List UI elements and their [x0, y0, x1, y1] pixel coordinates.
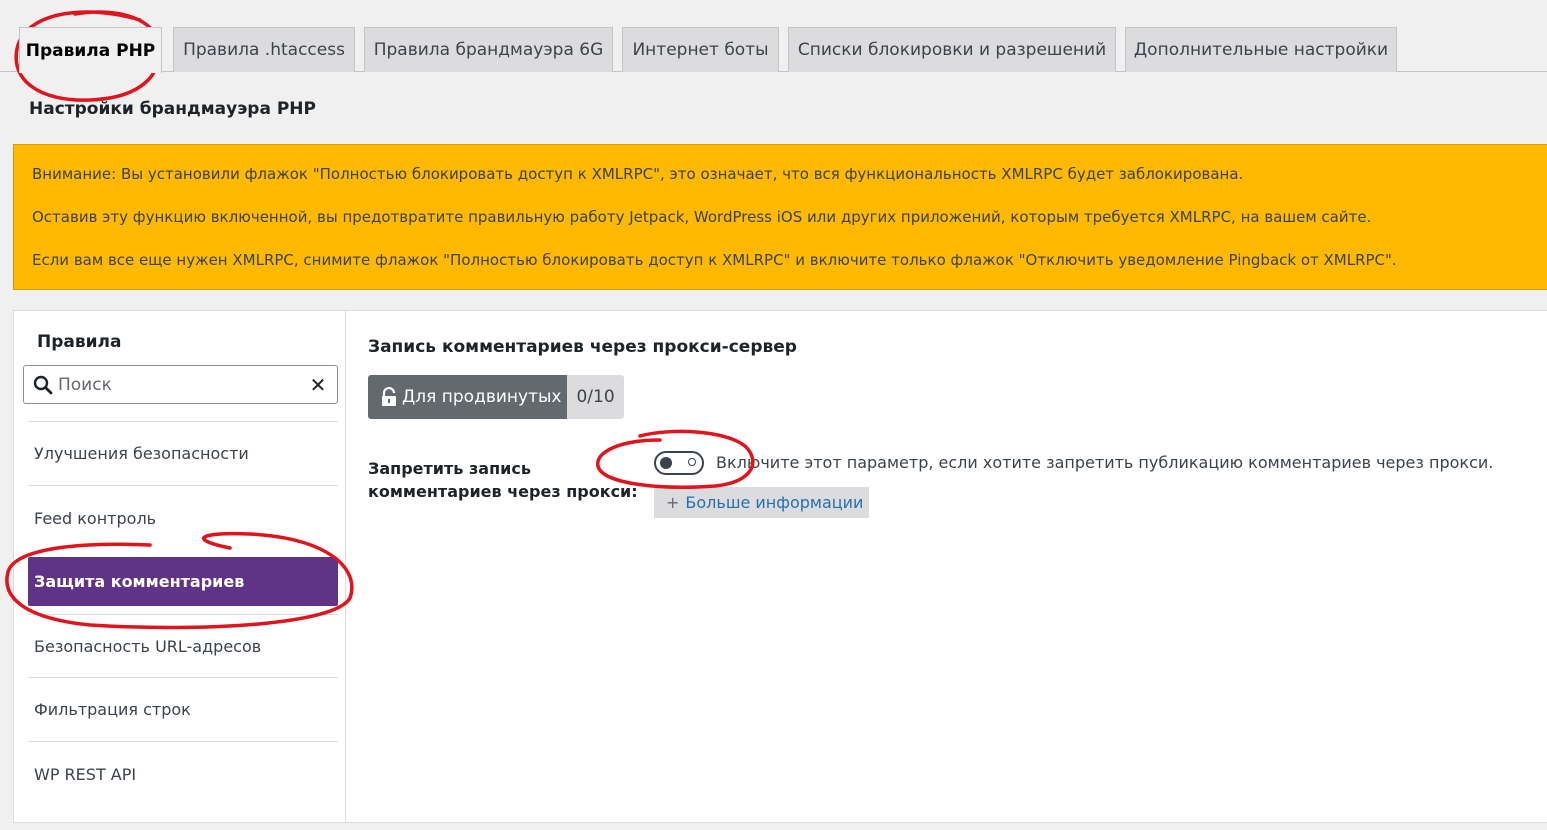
block-proxy-comments-toggle[interactable]	[654, 451, 704, 475]
tab-advanced-settings[interactable]: Дополнительные настройки	[1125, 27, 1397, 72]
advanced-badge-label: Для продвинутых	[402, 387, 562, 407]
sidebar-item-wp-rest-api[interactable]: WP REST API	[28, 742, 338, 806]
clear-search-icon[interactable]: ✕	[303, 370, 333, 400]
page-title: Настройки брандмауэра PHP	[29, 99, 316, 119]
rule-content: Запись комментариев через прокси-сервер …	[367, 311, 1547, 822]
more-info-button[interactable]: + Больше информации	[654, 487, 870, 518]
sidebar-item-string-filtering[interactable]: Фильтрация строк	[28, 678, 338, 742]
tab-6g-firewall-rules[interactable]: Правила брандмауэра 6G	[364, 27, 613, 72]
difficulty-badge: Для продвинутых 0/10	[368, 375, 624, 419]
sidebar-item-security-enhancements[interactable]: Улучшения безопасности	[28, 422, 338, 486]
tab-internet-bots[interactable]: Интернет боты	[622, 27, 779, 72]
notice-line: Если вам все еще нужен XMLRPC, снимите ф…	[32, 251, 1397, 269]
plus-icon: +	[666, 493, 680, 512]
advanced-badge: Для продвинутых	[368, 375, 568, 419]
tab-block-allow-lists[interactable]: Списки блокировки и разрешений	[788, 27, 1116, 72]
tab-htaccess-rules[interactable]: Правила .htaccess	[173, 27, 355, 72]
setting-description: Включите этот параметр, если хотите запр…	[716, 453, 1494, 472]
notice-line: Оставив эту функцию включенной, вы предо…	[32, 208, 1372, 226]
rules-panel: Правила ✕ Улучшения безопасности Feed ко…	[13, 310, 1547, 823]
sidebar-item-feed-control[interactable]: Feed контроль	[28, 486, 338, 550]
search-box: ✕	[23, 365, 338, 404]
notice-line: Внимание: Вы установили флажок "Полность…	[32, 165, 1244, 183]
sidebar-title: Правила	[37, 332, 122, 352]
rules-sidebar: Правила ✕ Улучшения безопасности Feed ко…	[14, 311, 346, 822]
more-info-label: Больше информации	[685, 493, 864, 512]
tab-php-rules[interactable]: Правила PHP	[19, 27, 162, 73]
setting-label: Запретить запись комментариев через прок…	[368, 459, 638, 501]
tab-bar: Правила PHP Правила .htaccess Правила бр…	[0, 0, 1547, 73]
unlock-icon	[382, 387, 396, 406]
search-input[interactable]	[54, 368, 303, 401]
points-count: 0/10	[567, 375, 624, 419]
search-icon	[33, 375, 53, 394]
sidebar-item-comment-protection[interactable]: Защита комментариев	[28, 557, 338, 606]
rules-nav: Улучшения безопасности Feed контроль Защ…	[28, 421, 338, 806]
xmlrpc-warning-notice: Внимание: Вы установили флажок "Полность…	[13, 144, 1547, 290]
toggle-off-icon	[688, 458, 696, 466]
toggle-knob	[660, 457, 672, 469]
section-title: Запись комментариев через прокси-сервер	[368, 337, 797, 357]
sidebar-item-url-security[interactable]: Безопасность URL-адресов	[28, 614, 338, 678]
